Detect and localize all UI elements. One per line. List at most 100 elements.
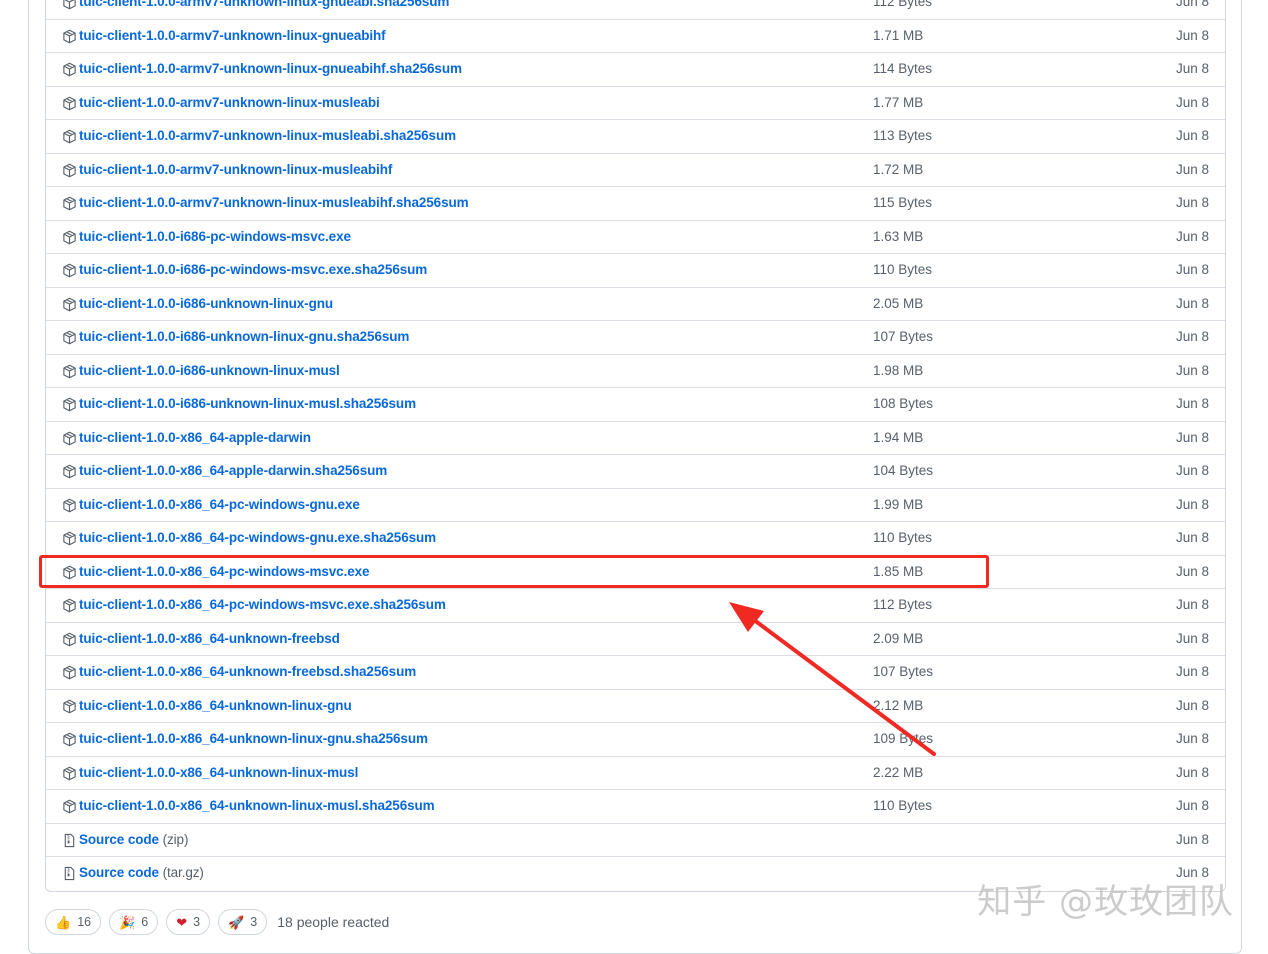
asset-link[interactable]: tuic-client-1.0.0-armv7-unknown-linux-gn…: [79, 0, 449, 9]
asset-name: tuic-client-1.0.0-x86_64-apple-darwin: [79, 429, 311, 445]
asset-link[interactable]: tuic-client-1.0.0-i686-pc-windows-msvc.e…: [79, 229, 351, 244]
reaction-count: 3: [193, 915, 201, 929]
asset-date: Jun 8: [1175, 228, 1209, 244]
asset-size: 110 Bytes: [873, 262, 933, 277]
asset-name: tuic-client-1.0.0-x86_64-unknown-freebsd…: [79, 664, 417, 679]
asset-link[interactable]: tuic-client-1.0.0-armv7-unknown-linux-mu…: [79, 95, 380, 110]
asset-size: 107 Bytes: [873, 664, 934, 679]
asset-name: tuic-client-1.0.0-x86_64-unknown-linux-m…: [79, 764, 359, 780]
reaction-count: 6: [141, 915, 149, 929]
reaction-count: 3: [250, 915, 258, 929]
reaction-button[interactable]: 👍 16: [45, 909, 102, 935]
asset-link[interactable]: tuic-client-1.0.0-i686-unknown-linux-gnu: [79, 296, 333, 311]
asset-date: Jun 8: [1175, 463, 1209, 478]
asset-link[interactable]: tuic-client-1.0.0-x86_64-unknown-freebsd: [79, 631, 340, 646]
reaction-button[interactable]: 🎉 6: [109, 909, 159, 935]
asset-link[interactable]: tuic-client-1.0.0-x86_64-apple-darwin: [79, 430, 311, 445]
asset-row: Source code (zip) Jun 8: [46, 824, 1225, 857]
file-zip-icon: [62, 866, 77, 881]
asset-name: tuic-client-1.0.0-x86_64-unknown-linux-g…: [79, 697, 352, 713]
asset-name: tuic-client-1.0.0-armv7-unknown-linux-gn…: [79, 27, 386, 43]
asset-link[interactable]: tuic-client-1.0.0-armv7-unknown-linux-mu…: [79, 162, 392, 177]
rocket-icon: 🚀: [228, 914, 245, 930]
asset-link[interactable]: tuic-client-1.0.0-x86_64-unknown-freebsd…: [79, 664, 416, 679]
package-icon: [62, 62, 77, 77]
reactions-bar: 👍 16 🎉 6 ❤ 3 🚀 3 18 people reacted: [45, 908, 389, 936]
reaction-button[interactable]: 🚀 3: [218, 909, 268, 935]
asset-size: 2.09 MB: [873, 630, 924, 646]
asset-date: Jun 8: [1175, 764, 1209, 780]
asset-date: Jun 8: [1175, 429, 1209, 445]
asset-link[interactable]: tuic-client-1.0.0-x86_64-pc-windows-gnu.…: [79, 497, 360, 512]
asset-date: Jun 8: [1175, 597, 1209, 612]
reaction-button[interactable]: ❤ 3: [166, 909, 211, 935]
package-icon: [62, 364, 77, 379]
asset-size: 114 Bytes: [873, 61, 933, 76]
asset-row-highlighted: tuic-client-1.0.0-x86_64-pc-windows-msvc…: [46, 556, 1225, 589]
package-icon: [62, 163, 77, 178]
asset-name: tuic-client-1.0.0-i686-pc-windows-msvc.e…: [79, 228, 351, 244]
asset-row: tuic-client-1.0.0-i686-unknown-linux-gnu…: [46, 288, 1225, 321]
package-icon: [62, 29, 77, 44]
asset-row: tuic-client-1.0.0-armv7-unknown-linux-gn…: [46, 53, 1225, 87]
asset-ext: (tar.gz): [162, 865, 204, 880]
asset-row: tuic-client-1.0.0-armv7-unknown-linux-gn…: [46, 0, 1225, 20]
asset-ext: (zip): [162, 831, 189, 847]
asset-link[interactable]: tuic-client-1.0.0-x86_64-unknown-linux-g…: [79, 698, 352, 713]
asset-date: Jun 8: [1175, 831, 1209, 847]
asset-name: tuic-client-1.0.0-x86_64-unknown-linux-m…: [79, 798, 435, 813]
asset-size: 110 Bytes: [873, 530, 933, 545]
asset-row: tuic-client-1.0.0-x86_64-pc-windows-gnu.…: [46, 489, 1225, 522]
asset-date: Jun 8: [1175, 563, 1209, 579]
asset-size: 2.12 MB: [873, 697, 924, 713]
asset-row: tuic-client-1.0.0-x86_64-unknown-freebsd…: [46, 656, 1225, 690]
asset-link[interactable]: tuic-client-1.0.0-i686-pc-windows-msvc.e…: [79, 262, 427, 277]
reaction-count: 16: [77, 915, 92, 929]
watermark: 知乎 @玫玫团队: [977, 882, 1234, 922]
asset-name: tuic-client-1.0.0-x86_64-apple-darwin.sh…: [79, 463, 388, 478]
asset-name: tuic-client-1.0.0-i686-unknown-linux-gnu: [79, 295, 334, 311]
asset-size: 1.99 MB: [873, 496, 924, 512]
asset-name: tuic-client-1.0.0-x86_64-pc-windows-gnu.…: [79, 530, 437, 545]
asset-row: tuic-client-1.0.0-i686-pc-windows-msvc.e…: [46, 221, 1225, 254]
asset-name: tuic-client-1.0.0-i686-unknown-linux-mus…: [79, 362, 340, 378]
asset-name: tuic-client-1.0.0-armv7-unknown-linux-mu…: [79, 195, 469, 210]
asset-date: Jun 8: [1175, 496, 1209, 512]
asset-date: Jun 8: [1175, 630, 1209, 646]
asset-row: tuic-client-1.0.0-i686-unknown-linux-mus…: [46, 388, 1225, 422]
package-icon: [62, 632, 77, 647]
asset-row: tuic-client-1.0.0-x86_64-apple-darwin.sh…: [46, 455, 1225, 489]
asset-link[interactable]: tuic-client-1.0.0-i686-unknown-linux-gnu…: [79, 329, 409, 344]
asset-link[interactable]: tuic-client-1.0.0-armv7-unknown-linux-mu…: [79, 128, 456, 143]
asset-date: Jun 8: [1175, 396, 1209, 411]
asset-link[interactable]: Source code (tar.gz): [79, 865, 204, 880]
package-icon: [62, 96, 77, 111]
asset-date: Jun 8: [1175, 161, 1209, 177]
asset-link[interactable]: tuic-client-1.0.0-armv7-unknown-linux-mu…: [79, 195, 469, 210]
asset-date: Jun 8: [1175, 0, 1209, 9]
asset-link[interactable]: tuic-client-1.0.0-x86_64-apple-darwin.sh…: [79, 463, 387, 478]
asset-link[interactable]: tuic-client-1.0.0-armv7-unknown-linux-gn…: [79, 28, 386, 43]
asset-link[interactable]: Source code (zip): [79, 832, 188, 847]
asset-size: 1.98 MB: [873, 362, 924, 378]
asset-link[interactable]: tuic-client-1.0.0-armv7-unknown-linux-gn…: [79, 61, 462, 76]
asset-link[interactable]: tuic-client-1.0.0-x86_64-unknown-linux-m…: [79, 765, 358, 780]
asset-link[interactable]: tuic-client-1.0.0-x86_64-pc-windows-gnu.…: [79, 530, 436, 545]
asset-size: 104 Bytes: [873, 463, 934, 478]
asset-link[interactable]: tuic-client-1.0.0-x86_64-unknown-linux-m…: [79, 798, 435, 813]
asset-link[interactable]: tuic-client-1.0.0-i686-unknown-linux-mus…: [79, 396, 416, 411]
asset-link[interactable]: tuic-client-1.0.0-i686-unknown-linux-mus…: [79, 363, 340, 378]
asset-link[interactable]: tuic-client-1.0.0-x86_64-unknown-linux-g…: [79, 731, 428, 746]
asset-name: tuic-client-1.0.0-x86_64-pc-windows-gnu.…: [79, 496, 360, 512]
asset-link[interactable]: tuic-client-1.0.0-x86_64-pc-windows-msvc…: [79, 564, 370, 579]
package-icon: [62, 196, 77, 211]
asset-row: tuic-client-1.0.0-armv7-unknown-linux-gn…: [46, 20, 1225, 53]
package-icon: [62, 498, 77, 513]
asset-link[interactable]: tuic-client-1.0.0-x86_64-pc-windows-msvc…: [79, 597, 446, 612]
asset-size: 112 Bytes: [873, 597, 933, 612]
asset-date: Jun 8: [1175, 27, 1209, 43]
asset-name: tuic-client-1.0.0-armv7-unknown-linux-mu…: [79, 161, 393, 177]
file-zip-icon: [62, 833, 77, 848]
package-icon: [62, 732, 77, 747]
asset-size: 1.71 MB: [873, 27, 924, 43]
